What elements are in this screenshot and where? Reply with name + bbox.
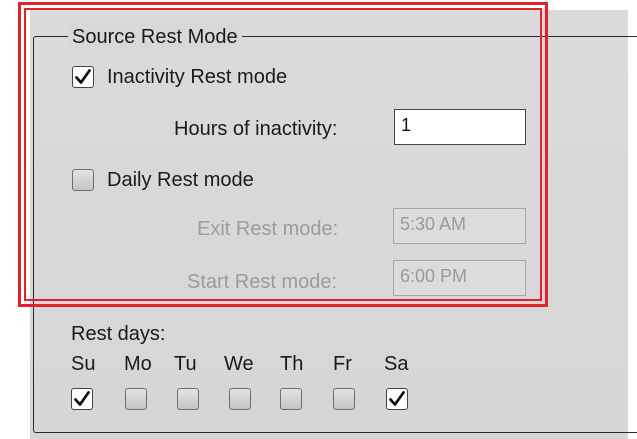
rest-day-checkbox-sa[interactable] bbox=[386, 388, 408, 410]
checkmark-icon bbox=[74, 391, 90, 406]
rest-day-checkbox-tu[interactable] bbox=[177, 388, 199, 410]
day-label-th: Th bbox=[280, 353, 304, 375]
rest-day-checkbox-su[interactable] bbox=[71, 388, 93, 410]
rest-day-checkbox-fr[interactable] bbox=[333, 388, 355, 410]
highlight-frame-inner bbox=[24, 8, 542, 301]
day-label-we: We bbox=[224, 353, 254, 375]
day-label-fr: Fr bbox=[333, 353, 352, 375]
rest-day-checkbox-mo[interactable] bbox=[125, 388, 147, 410]
day-label-sa: Sa bbox=[384, 353, 409, 375]
rest-day-checkbox-we[interactable] bbox=[229, 388, 251, 410]
day-label-tu: Tu bbox=[174, 353, 197, 375]
day-label-mo: Mo bbox=[124, 353, 152, 375]
rest-day-checkbox-th[interactable] bbox=[280, 388, 302, 410]
screenshot-canvas: Source Rest Mode Inactivity Rest mode Ho… bbox=[0, 0, 637, 439]
rest-days-label: Rest days: bbox=[71, 323, 166, 345]
day-label-su: Su bbox=[71, 353, 96, 375]
checkmark-icon bbox=[389, 391, 405, 406]
